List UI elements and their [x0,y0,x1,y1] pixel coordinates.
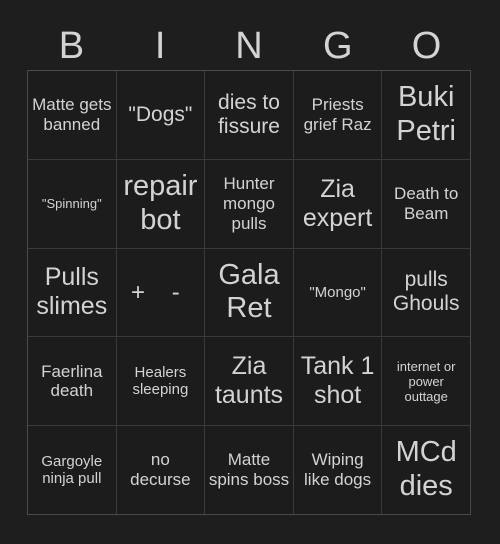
bingo-cell-label: dies to fissure [218,90,280,138]
bingo-cell[interactable]: Death to Beam [382,159,470,248]
bingo-cell-label: Gargoyle ninja pull [41,452,103,488]
bingo-cell-label: Tank 1 shot [300,352,375,410]
bingo-header-row: B I N G O [27,22,471,70]
bingo-card: B I N G O Matte gets banned "Dogs" dies … [0,0,500,544]
bingo-cell-label: Gala Ret [218,258,280,325]
bingo-cell[interactable]: pulls Ghouls [382,248,470,337]
bingo-cell[interactable]: Pulls slimes [28,248,116,337]
bingo-cell-label: Priests grief Raz [303,95,372,134]
bingo-cell-label: internet or power outtage [396,358,456,404]
bingo-cell-label: no decurse [130,450,191,490]
bingo-cell-label: Zia expert [302,174,373,232]
bingo-cell[interactable]: repair bot [116,159,205,248]
bingo-cell[interactable]: Hunter mongo pulls [205,159,293,248]
bingo-cell-label: Zia taunts [214,352,284,410]
bingo-cell[interactable]: internet or power outtage [382,337,470,426]
bingo-cell-label: Healers sleeping [132,363,189,399]
bingo-cell[interactable]: MCd dies [382,426,470,514]
header-letter-i: I [154,25,166,67]
bingo-cell[interactable]: Gargoyle ninja pull [28,426,116,514]
bingo-cell[interactable]: no decurse [116,426,205,514]
bingo-cell[interactable]: Healers sleeping [116,337,205,426]
header-letter-g: G [323,25,353,67]
bingo-cell-label: + - [131,278,190,306]
bingo-cell-label: pulls Ghouls [392,268,460,316]
bingo-cell-label: Matte gets banned [32,95,112,134]
bingo-cell[interactable]: Faerlina death [28,337,116,426]
bingo-cell-label: Hunter mongo pulls [223,174,275,233]
bingo-cell-label: Wiping like dogs [304,450,372,490]
bingo-cell[interactable]: Zia taunts [205,337,293,426]
bingo-grid: Matte gets banned "Dogs" dies to fissure… [27,70,471,515]
header-letter-o: O [411,25,442,67]
bingo-cell-label: Pulls slimes [36,263,108,321]
bingo-cell-label: MCd dies [395,436,457,503]
bingo-cell-free-space[interactable]: + - [116,248,205,337]
bingo-cell-label: "Spinning" [41,196,102,212]
bingo-cell-label: "Dogs" [128,102,193,126]
bingo-cell[interactable]: "Dogs" [116,71,205,159]
bingo-cell[interactable]: Matte spins boss [205,426,293,514]
bingo-cell[interactable]: Wiping like dogs [293,426,382,514]
bingo-cell[interactable]: dies to fissure [205,71,293,159]
bingo-cell-label: repair bot [123,170,198,236]
bingo-cell[interactable]: "Mongo" [293,248,382,337]
header-letter-b: B [58,25,85,67]
bingo-cell[interactable]: Priests grief Raz [293,71,382,159]
bingo-cell[interactable]: Gala Ret [205,248,293,337]
bingo-cell-label: Matte spins boss [208,450,290,490]
bingo-cell[interactable]: Matte gets banned [28,71,116,159]
header-letter-n: N [235,25,263,67]
bingo-cell[interactable]: Zia expert [293,159,382,248]
bingo-cell-label: Buki Petri [396,81,456,147]
bingo-cell[interactable]: Buki Petri [382,71,470,159]
bingo-cell[interactable]: "Spinning" [28,159,116,248]
bingo-cell-label: Death to Beam [394,183,459,223]
bingo-cell-label: Faerlina death [41,361,103,401]
bingo-cell[interactable]: Tank 1 shot [293,337,382,426]
bingo-cell-label: "Mongo" [309,283,366,301]
